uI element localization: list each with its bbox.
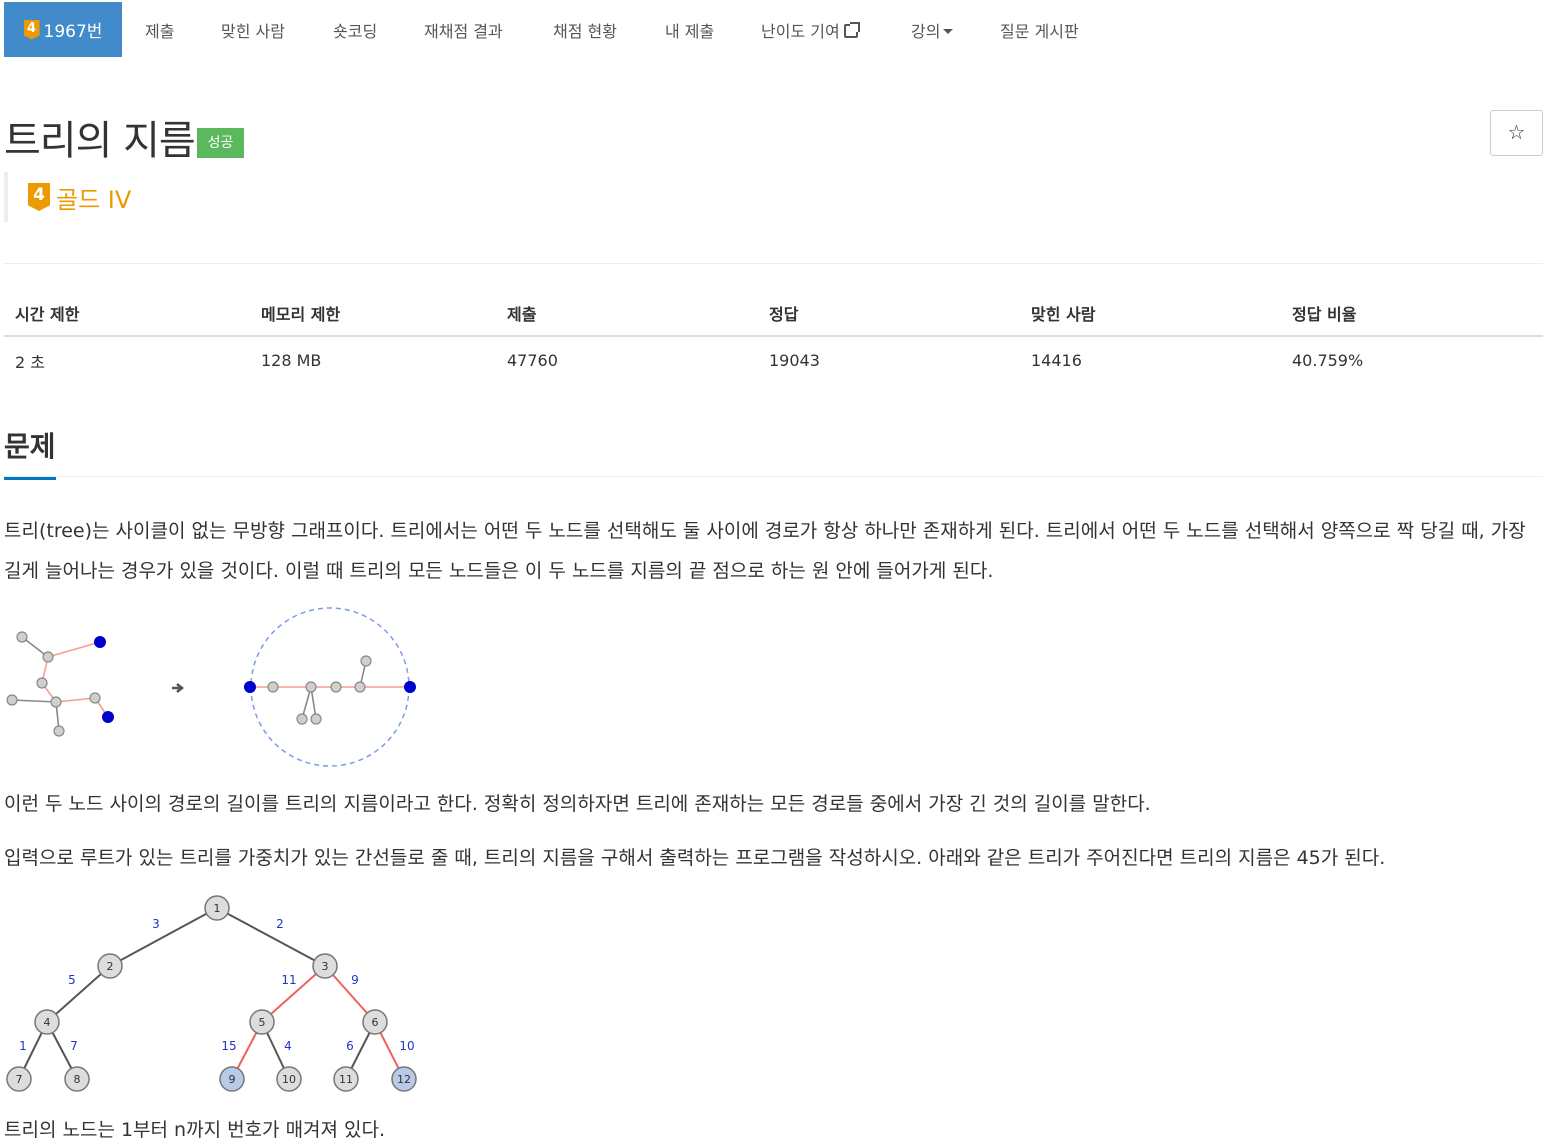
edge-weight-label: 2 <box>276 917 284 931</box>
edge-weight-label: 11 <box>281 973 296 987</box>
edge-weight-label: 6 <box>346 1039 354 1053</box>
nav-problem-tab[interactable]: 4 1967번 <box>4 2 122 57</box>
tier-indicator: 4 골드 IV <box>4 172 131 222</box>
nav-judge-status[interactable]: 채점 현황 <box>553 18 617 42</box>
weighted-tree-figure: 3 25 11 91 7 15 4 6 1012 34 5 67 8 9 10 11 12 <box>6 895 417 1092</box>
header-divider <box>4 263 1543 264</box>
value-accepted: 19043 <box>769 351 820 370</box>
tree-node-label: 10 <box>282 1073 296 1086</box>
header-time-limit: 시간 제한 <box>4 290 250 337</box>
info-value-row: 2 초 128 MB 47760 19043 14416 40.759% <box>4 336 1543 384</box>
tree-node-label: 2 <box>107 960 114 973</box>
gold-tier-icon: 4 <box>28 183 50 211</box>
nav-my-submissions[interactable]: 내 제출 <box>665 18 714 42</box>
header-accepted: 정답 <box>758 290 1020 337</box>
nav-rejudge-results[interactable]: 재채점 결과 <box>424 18 503 42</box>
tree-node-label: 12 <box>397 1073 411 1086</box>
problem-description-2: 이런 두 노드 사이의 경로의 길이를 트리의 지름이라고 한다. 정확히 정의… <box>4 793 1151 815</box>
problem-info-table: 시간 제한 메모리 제한 제출 정답 맞힌 사람 정답 비율 2 초 128 M… <box>4 290 1543 384</box>
gold-tier-icon: 4 <box>23 19 40 40</box>
info-header-row: 시간 제한 메모리 제한 제출 정답 맞힌 사람 정답 비율 <box>4 290 1543 337</box>
header-accept-ratio: 정답 비율 <box>1281 290 1543 337</box>
star-icon: ☆ <box>1507 122 1526 144</box>
edge-weight-label: 4 <box>284 1039 292 1053</box>
tree-edge <box>216 907 326 967</box>
section-divider <box>4 476 1543 477</box>
problem-title: 트리의 지름 <box>4 118 196 164</box>
edge-weight-label: 1 <box>19 1039 27 1053</box>
problem-description-1: 트리(tree)는 사이클이 없는 무방향 그래프이다. 트리에서는 어떤 두 … <box>4 520 1526 582</box>
header-memory-limit: 메모리 제한 <box>250 290 496 337</box>
nav-lectures-dropdown[interactable]: 강의 <box>911 18 954 42</box>
problem-description-3: 입력으로 루트가 있는 트리를 가중치가 있는 간선들로 줄 때, 트리의 지름… <box>4 847 1386 869</box>
tree-edge <box>109 907 218 967</box>
nav-difficulty-label: 난이도 기여 <box>761 22 840 41</box>
header-submissions: 제출 <box>496 290 758 337</box>
section-title-problem: 문제 <box>4 425 56 480</box>
nav-submit[interactable]: 제출 <box>145 18 174 42</box>
edge-weight-label: 15 <box>221 1039 236 1053</box>
tree-node-label: 4 <box>44 1016 51 1029</box>
favorite-star-button[interactable]: ☆ <box>1490 110 1543 156</box>
edge-weight-label: 9 <box>351 973 359 987</box>
tree-node-label: 9 <box>229 1073 236 1086</box>
problem-number-label: 1967번 <box>43 22 103 42</box>
edge-weight-label: 3 <box>152 917 160 931</box>
tree-node-label: 8 <box>74 1073 81 1086</box>
nav-question-board[interactable]: 질문 게시판 <box>1000 18 1079 42</box>
tree-node-label: 11 <box>339 1073 353 1086</box>
value-solved-users: 14416 <box>1031 351 1082 370</box>
value-submissions: 47760 <box>507 351 558 370</box>
tree-node-label: 6 <box>372 1016 379 1029</box>
nav-difficulty-contribution[interactable]: 난이도 기여 <box>761 18 860 42</box>
tier-name: 골드 IV <box>56 185 132 214</box>
nav-lectures-label: 강의 <box>911 22 941 41</box>
problem-nav: 4 1967번 제출 맞힌 사람 숏코딩 재채점 결과 채점 현황 내 제출 난… <box>0 0 1547 60</box>
edge-weight-label: 7 <box>70 1039 78 1053</box>
tree-node-label: 1 <box>214 902 221 915</box>
tree-diameter-illustration <box>6 607 416 767</box>
edge-weight-label: 5 <box>68 973 76 987</box>
nav-solved-users[interactable]: 맞힌 사람 <box>221 18 285 42</box>
problem-description-4: 트리의 노드는 1부터 n까지 번호가 매겨져 있다. <box>4 1119 386 1141</box>
tree-node-label: 3 <box>322 960 329 973</box>
value-memory-limit: 128 MB <box>261 351 322 370</box>
edge-weight-label: 10 <box>399 1039 414 1053</box>
value-accept-ratio: 40.759% <box>1292 351 1364 370</box>
tree-node-label: 5 <box>259 1016 266 1029</box>
status-badge: 성공 <box>197 128 244 158</box>
tree-node-label: 7 <box>16 1073 23 1086</box>
header-solved-users: 맞힌 사람 <box>1020 290 1281 337</box>
external-link-icon <box>843 22 860 38</box>
value-time-limit: 2 초 <box>15 352 45 372</box>
nav-short-coding[interactable]: 숏코딩 <box>333 18 377 42</box>
caret-down-icon <box>943 29 954 34</box>
